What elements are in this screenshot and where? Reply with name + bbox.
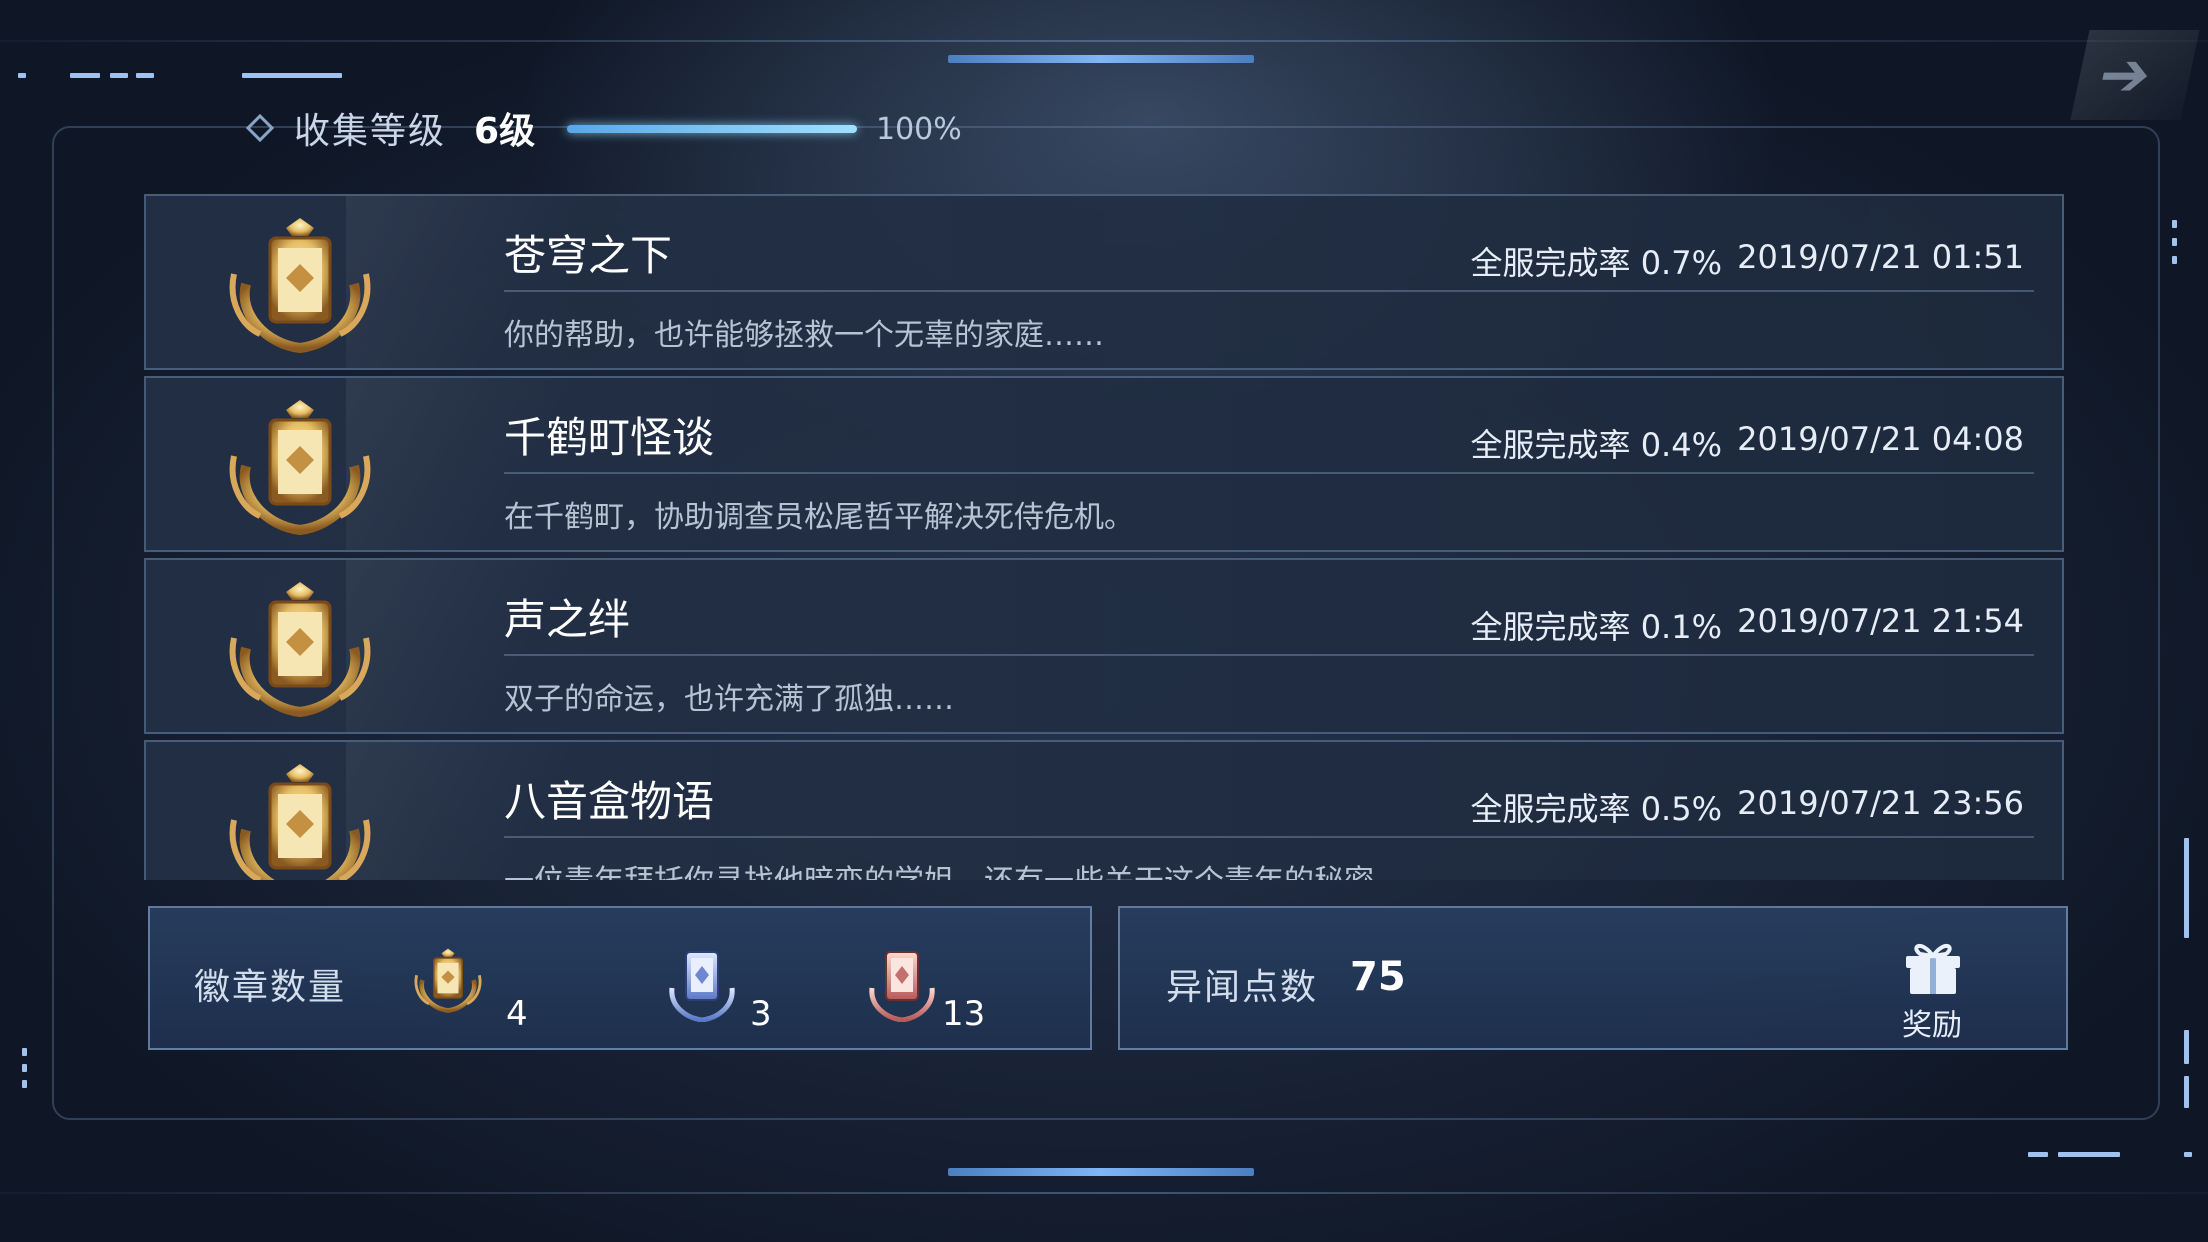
list-item[interactable]: 声之绊 全服完成率 0.1% 2019/07/21 21:54 双子的命运，也许… [144, 558, 2064, 734]
badge-count-label: 徽章数量 [194, 967, 347, 1008]
deco-vdash [22, 1064, 27, 1072]
deco-vdash [2172, 238, 2177, 246]
level-progress-bar [567, 125, 857, 133]
item-description: 一位青年拜托你寻找他暗恋的学姐，还有一些关于这个青年的秘密…… [504, 856, 1434, 880]
item-completion-rate: 全服完成率 0.7% [1470, 244, 1722, 282]
item-completion-rate: 全服完成率 0.4% [1470, 426, 1722, 464]
deco-vdash [2184, 1030, 2189, 1064]
item-title: 苍穹之下 [504, 231, 673, 280]
item-completion-rate: 全服完成率 0.1% [1470, 608, 1722, 646]
item-title: 八音盒物语 [504, 777, 715, 826]
deco-dash [70, 73, 100, 78]
deco-dash [136, 73, 154, 78]
item-description: 在千鹤町，协助调查员松尾哲平解决死侍危机。 [504, 500, 1134, 535]
deco-vdash [2184, 1076, 2189, 1108]
item-description: 双子的命运，也许充满了孤独…… [504, 682, 954, 717]
item-date: 2019/07/21 04:08 [1737, 420, 2024, 458]
points-value: 75 [1350, 954, 1406, 1000]
gift-icon[interactable] [1900, 936, 1966, 996]
reward-button-label[interactable]: 奖励 [1902, 1000, 1962, 1044]
frame-bottom-line [0, 1192, 2208, 1194]
gold-medal-icon [216, 760, 384, 880]
gold-badge-icon [408, 938, 488, 1022]
bronze-badge-count: 13 [942, 994, 986, 1034]
deco-vdash [2184, 838, 2189, 938]
list-item[interactable]: 八音盒物语 全服完成率 0.5% 2019/07/21 23:56 一位青年拜托… [144, 740, 2064, 880]
list-item[interactable]: 苍穹之下 全服完成率 0.7% 2019/07/21 01:51 你的帮助，也许… [144, 194, 2064, 370]
item-date: 2019/07/21 23:56 [1737, 784, 2024, 822]
deco-vdash [22, 1048, 27, 1056]
silver-badge-count: 3 [750, 994, 772, 1034]
silver-badge-icon [662, 938, 742, 1022]
frame-bottom-accent [948, 1168, 1254, 1176]
deco-vdash [2172, 256, 2177, 264]
frame-top-line [0, 40, 2208, 42]
achievement-list[interactable]: 苍穹之下 全服完成率 0.7% 2019/07/21 01:51 你的帮助，也许… [144, 194, 2064, 880]
bronze-badge-icon [862, 938, 942, 1022]
item-description: 你的帮助，也许能够拯救一个无辜的家庭…… [504, 318, 1104, 353]
gold-medal-icon [216, 578, 384, 718]
points-label: 异闻点数 [1166, 967, 1319, 1008]
item-completion-rate: 全服完成率 0.5% [1470, 790, 1722, 828]
item-title: 声之绊 [504, 595, 631, 644]
deco-vdash [22, 1080, 27, 1088]
arrow-right-icon[interactable]: ➔ [2070, 30, 2200, 120]
item-title: 千鹤町怪谈 [504, 413, 715, 462]
level-progress-fill [567, 125, 857, 133]
item-divider [504, 836, 2034, 838]
item-divider [504, 290, 2034, 292]
deco-dash [2184, 1152, 2192, 1157]
diamond-icon [245, 113, 275, 143]
badge-count-panel: 徽章数量 4 3 13 [148, 906, 1092, 1050]
gold-medal-icon [216, 214, 384, 354]
level-value: 6级 [474, 111, 536, 152]
item-divider [504, 654, 2034, 656]
collection-level: 收集等级 6级 [245, 102, 536, 154]
frame-top-accent [948, 55, 1254, 63]
points-panel: 异闻点数 75 奖励 [1118, 906, 2068, 1050]
deco-vdash [2172, 220, 2177, 228]
list-item[interactable]: 千鹤町怪谈 全服完成率 0.4% 2019/07/21 04:08 在千鹤町，协… [144, 376, 2064, 552]
deco-dash [18, 73, 26, 78]
deco-dash [110, 73, 128, 78]
gold-badge-count: 4 [506, 994, 528, 1034]
level-progress-text: 100% [876, 112, 962, 147]
item-date: 2019/07/21 01:51 [1737, 238, 2024, 276]
level-label: 收集等级 [294, 111, 447, 152]
gold-medal-icon [216, 396, 384, 536]
deco-dash [242, 73, 342, 78]
deco-dash [2058, 1152, 2120, 1157]
item-date: 2019/07/21 21:54 [1737, 602, 2024, 640]
deco-dash [2028, 1152, 2048, 1157]
item-divider [504, 472, 2034, 474]
